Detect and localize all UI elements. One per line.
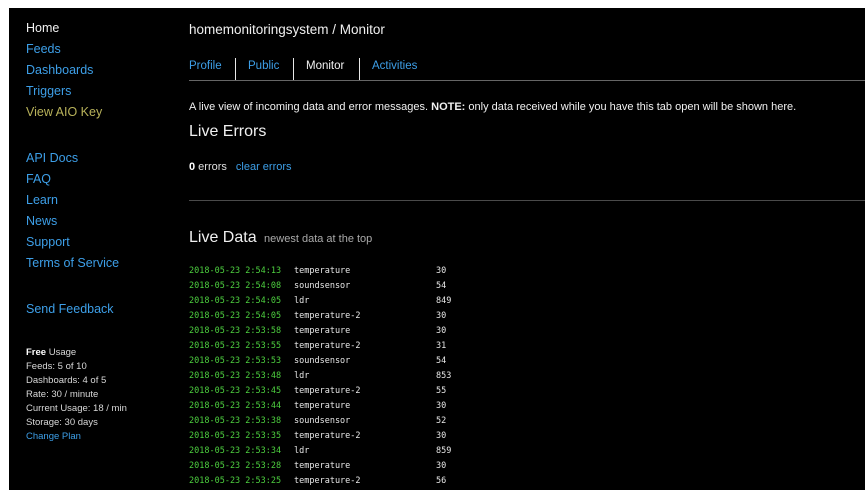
usage-title: Free Usage [26, 347, 76, 359]
nav-dashboards[interactable]: Dashboards [26, 62, 93, 78]
tab-separator [293, 58, 294, 80]
app-window: Home Feeds Dashboards Triggers View AIO … [9, 8, 865, 490]
row-feed-name: ldr [294, 446, 310, 456]
row-value: 30 [436, 311, 447, 321]
row-value: 30 [436, 461, 447, 471]
row-timestamp: 2018-05-23 2:54:05 [189, 296, 282, 306]
row-timestamp: 2018-05-23 2:53:48 [189, 371, 282, 381]
row-value: 853 [436, 371, 452, 381]
nav-news[interactable]: News [26, 213, 57, 229]
nav-home[interactable]: Home [26, 20, 59, 36]
row-timestamp: 2018-05-23 2:53:34 [189, 446, 282, 456]
usage-title-suffix: Usage [46, 347, 77, 358]
tab-monitor[interactable]: Monitor [306, 58, 344, 74]
row-value: 30 [436, 326, 447, 336]
tab-separator [235, 58, 236, 80]
description-text: A live view of incoming data and error m… [189, 101, 432, 113]
nav-api-docs[interactable]: API Docs [26, 150, 78, 166]
row-value: 52 [436, 416, 447, 426]
row-timestamp: 2018-05-23 2:54:08 [189, 281, 282, 291]
row-timestamp: 2018-05-23 2:53:28 [189, 461, 282, 471]
row-feed-name: temperature [294, 326, 351, 336]
errors-summary: 0 errors clear errors [189, 161, 292, 173]
live-data-title: Live Data [189, 229, 257, 246]
nav-faq[interactable]: FAQ [26, 171, 51, 187]
row-value: 55 [436, 386, 447, 396]
section-divider [189, 200, 865, 201]
usage-feeds: Feeds: 5 of 10 [26, 361, 87, 372]
row-timestamp: 2018-05-23 2:53:58 [189, 326, 282, 336]
breadcrumb: homemonitoringsystem / Monitor [189, 22, 385, 37]
row-value: 859 [436, 446, 452, 456]
row-feed-name: ldr [294, 371, 310, 381]
row-value: 30 [436, 266, 447, 276]
clear-errors-link[interactable]: clear errors [236, 161, 292, 173]
tab-public[interactable]: Public [248, 58, 279, 74]
row-value: 30 [436, 401, 447, 411]
usage-dashboards: Dashboards: 4 of 5 [26, 375, 107, 386]
row-feed-name: soundsensor [294, 356, 351, 366]
row-timestamp: 2018-05-23 2:53:25 [189, 476, 282, 486]
row-feed-name: temperature-2 [294, 386, 361, 396]
usage-current: Current Usage: 18 / min [26, 403, 127, 414]
row-timestamp: 2018-05-23 2:53:55 [189, 341, 282, 351]
live-data-subheading: newest data at the top [264, 233, 373, 245]
tab-profile[interactable]: Profile [189, 58, 222, 74]
live-errors-heading: Live Errors [189, 123, 267, 140]
row-value: 56 [436, 476, 447, 486]
tab-underline [189, 80, 865, 81]
monitor-description: A live view of incoming data and error m… [189, 101, 796, 113]
change-plan-link[interactable]: Change Plan [26, 431, 81, 443]
nav-view-aio-key[interactable]: View AIO Key [26, 104, 102, 120]
row-feed-name: temperature-2 [294, 476, 361, 486]
row-timestamp: 2018-05-23 2:54:05 [189, 311, 282, 321]
nav-feeds[interactable]: Feeds [26, 41, 61, 57]
note-text: only data received while you have this t… [465, 101, 797, 113]
row-timestamp: 2018-05-23 2:53:38 [189, 416, 282, 426]
row-feed-name: temperature [294, 266, 351, 276]
nav-learn[interactable]: Learn [26, 192, 58, 208]
usage-storage: Storage: 30 days [26, 417, 98, 428]
row-timestamp: 2018-05-23 2:53:45 [189, 386, 282, 396]
row-value: 54 [436, 356, 447, 366]
sidebar: Home Feeds Dashboards Triggers View AIO … [9, 8, 179, 490]
row-feed-name: soundsensor [294, 416, 351, 426]
row-value: 849 [436, 296, 452, 306]
main-content: homemonitoringsystem / Monitor Profile P… [189, 8, 865, 490]
row-feed-name: temperature-2 [294, 311, 361, 321]
nav-triggers[interactable]: Triggers [26, 83, 71, 99]
row-value: 30 [436, 431, 447, 441]
row-timestamp: 2018-05-23 2:53:53 [189, 356, 282, 366]
tab-separator [359, 58, 360, 80]
send-feedback-link[interactable]: Send Feedback [26, 301, 114, 317]
usage-plan-name: Free [26, 347, 47, 358]
row-timestamp: 2018-05-23 2:53:35 [189, 431, 282, 441]
row-timestamp: 2018-05-23 2:54:13 [189, 266, 282, 276]
note-label: NOTE: [431, 101, 466, 113]
row-timestamp: 2018-05-23 2:53:44 [189, 401, 282, 411]
usage-rate: Rate: 30 / minute [26, 389, 99, 400]
live-data-heading: Live Data newest data at the top [189, 229, 372, 247]
nav-support[interactable]: Support [26, 234, 70, 250]
tab-bar: Profile Public Monitor Activities [189, 58, 865, 81]
nav-terms-of-service[interactable]: Terms of Service [26, 255, 119, 271]
row-feed-name: temperature-2 [294, 431, 361, 441]
row-feed-name: ldr [294, 296, 310, 306]
row-feed-name: temperature [294, 461, 351, 471]
row-value: 54 [436, 281, 447, 291]
tab-activities[interactable]: Activities [372, 58, 417, 74]
row-value: 31 [436, 341, 447, 351]
error-count-label: errors [195, 161, 227, 173]
row-feed-name: temperature [294, 401, 351, 411]
row-feed-name: soundsensor [294, 281, 351, 291]
row-feed-name: temperature-2 [294, 341, 361, 351]
